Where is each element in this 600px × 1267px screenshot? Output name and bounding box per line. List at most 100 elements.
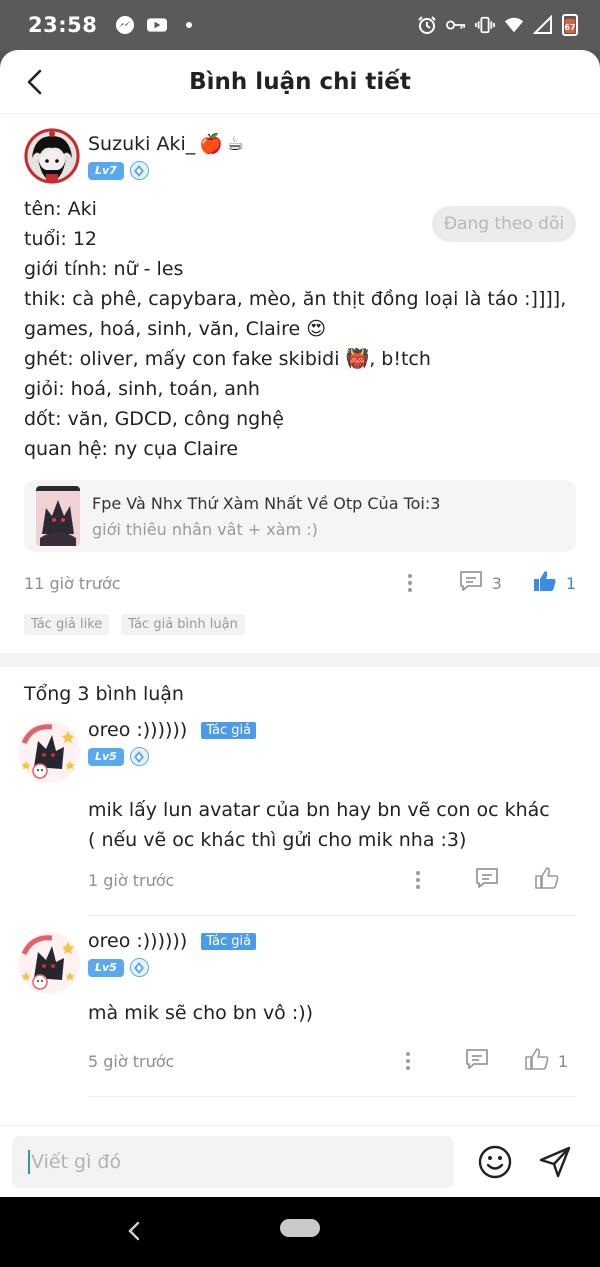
reply-avatar[interactable]	[18, 721, 80, 783]
reply-comment-icon[interactable]	[474, 866, 500, 894]
battery-icon: 67	[562, 14, 578, 36]
diamond-icon	[129, 747, 149, 766]
post-line: games, hoá, sinh, văn, Claire 😍	[24, 318, 327, 340]
post-line: giỏi: hoá, sinh, toán, anh	[24, 378, 260, 400]
story-subtitle: giới thiêu nhân vât + xàm :)	[92, 519, 318, 539]
section-divider	[0, 653, 600, 667]
more-options-icon[interactable]	[408, 868, 428, 892]
reply-head: oreo :)))))) Tác giả Lv5	[18, 719, 576, 783]
reply-avatar[interactable]	[18, 932, 80, 994]
diamond-icon	[129, 161, 149, 180]
reply-meta: 5 giờ trước 1	[88, 1036, 576, 1086]
battery-level: 67	[564, 23, 576, 32]
status-bar: 23:58 67	[0, 0, 600, 50]
coffee-emoji: ☕	[226, 132, 244, 155]
header: Bình luận chi tiết	[0, 50, 600, 114]
thumbs-up-icon[interactable]	[534, 866, 560, 894]
back-button[interactable]	[20, 66, 48, 98]
text-caret	[28, 1149, 30, 1174]
reply-author-name[interactable]: oreo :))))))	[88, 930, 187, 952]
comment-input[interactable]: Viết gì đó	[12, 1135, 454, 1188]
post-line: quan hệ: ny cụa Claire	[24, 438, 239, 460]
dot-icon	[179, 15, 199, 35]
reply-head: oreo :)))))) Tác giả Lv5	[18, 930, 576, 994]
nav-back-icon[interactable]	[124, 1219, 144, 1243]
comment-detail-sheet: Bình luận chi tiết Suzuki Aki_ 🍎 ☕ Lv7 Đ…	[0, 50, 600, 1197]
author-avatar[interactable]	[24, 128, 80, 184]
comment-icon[interactable]	[458, 569, 484, 597]
post-time: 11 giờ trước	[24, 573, 121, 593]
post-actions: 3 1	[400, 569, 576, 597]
signal-icon	[533, 15, 553, 35]
status-system-icons: 67	[417, 14, 578, 36]
send-button[interactable]	[536, 1143, 574, 1181]
post-line: thik: cà phê, capybara, mèo, ăn thịt đồn…	[24, 288, 567, 310]
author-name: Suzuki Aki_	[88, 132, 196, 155]
reply-comment-icon[interactable]	[464, 1047, 490, 1075]
post-tags: Tác giả like Tác giả bình luận	[24, 614, 576, 653]
reply-badges: Lv5	[88, 958, 256, 977]
status-notification-icons	[115, 15, 199, 35]
comment-input-placeholder: Viết gì đó	[31, 1150, 122, 1173]
reply-name-row: oreo :)))))) Tác giả	[88, 930, 257, 952]
reply-text: mik lấy lun avatar của bn hay bn vẽ con …	[88, 795, 576, 855]
level-badge: Lv5	[88, 958, 124, 977]
reply-name-row: oreo :)))))) Tác giả	[88, 719, 257, 741]
messenger-icon	[115, 15, 135, 35]
reply-like-count: 1	[557, 1051, 568, 1071]
story-title: Fpe Và Nhx Thứ Xàm Nhất Về Otp Của Toi:3	[92, 493, 441, 513]
reply-separator	[88, 1096, 576, 1097]
back-arrow-icon	[27, 69, 42, 95]
reply-line: ( nếu vẽ oc khác thì gửi cho mik nha :3)	[88, 829, 467, 851]
reply-time: 5 giờ trước	[88, 1051, 175, 1071]
linked-story-card[interactable]: Fpe Và Nhx Thứ Xàm Nhất Về Otp Của Toi:3…	[24, 480, 576, 552]
post-meta: 11 giờ trước 3 1	[24, 554, 576, 612]
emoji-button[interactable]	[476, 1143, 514, 1181]
tag-author-comment: Tác giả bình luận	[121, 614, 245, 635]
reply-line: mik lấy lun avatar của bn hay bn vẽ con …	[88, 799, 550, 821]
reply-line: mà mik sẽ cho bn vô :))	[88, 1002, 314, 1024]
author-tag-badge: Tác giả	[201, 932, 257, 950]
level-badge: Lv7	[88, 161, 124, 180]
more-options-icon[interactable]	[398, 1049, 418, 1073]
page-title: Bình luận chi tiết	[189, 68, 411, 95]
story-text: Fpe Và Nhx Thứ Xàm Nhất Về Otp Của Toi:3…	[92, 494, 440, 539]
reply-actions: 1	[398, 1047, 576, 1075]
level-badge: Lv5	[88, 747, 124, 766]
reply-actions	[408, 866, 576, 894]
author-tag-badge: Tác giả	[201, 721, 257, 739]
post-line: dốt: văn, GDCD, công nghệ	[24, 408, 284, 430]
author-name-row[interactable]: Suzuki Aki_ 🍎 ☕	[88, 132, 244, 156]
apple-emoji: 🍎	[199, 133, 223, 155]
wifi-icon	[504, 15, 524, 35]
tag-author-like: Tác giả like	[24, 614, 110, 635]
comment-count: 3	[491, 573, 502, 593]
smiley-icon	[478, 1145, 512, 1178]
like-count: 1	[565, 573, 576, 593]
following-button[interactable]: Đang theo dõi	[432, 206, 576, 242]
reply-author-info: oreo :)))))) Tác giả Lv5	[88, 930, 257, 977]
author-info: Suzuki Aki_ 🍎 ☕ Lv7	[88, 128, 244, 180]
replies-section: Tổng 3 bình luận oreo:)))))) Tác giả Lv…	[0, 667, 600, 1097]
reply-badges: Lv5	[88, 747, 256, 766]
reply-item: oreo :)))))) Tác giả Lv5 mik lấy lun ava…	[18, 705, 576, 916]
thumbs-up-icon[interactable]	[524, 1047, 550, 1075]
diamond-icon	[129, 958, 149, 977]
send-icon	[539, 1146, 571, 1177]
thumbs-up-filled-icon[interactable]	[532, 569, 558, 597]
alarm-icon	[417, 15, 437, 35]
status-time: 23:58	[28, 13, 98, 37]
reply-author-info: oreo :)))))) Tác giả Lv5	[88, 719, 257, 766]
main-comment: Suzuki Aki_ 🍎 ☕ Lv7 Đang theo dõi tên: A…	[0, 114, 600, 653]
system-nav-bar	[0, 1197, 600, 1267]
reply-author-name[interactable]: oreo :))))))	[88, 719, 187, 741]
post-line: giới tính: nữ - les	[24, 258, 184, 280]
reply-meta: 1 giờ trước	[88, 855, 576, 905]
author-badges: Lv7	[88, 161, 244, 180]
nav-home-pill[interactable]	[280, 1219, 320, 1237]
comment-input-bar: Viết gì đó	[0, 1125, 600, 1197]
reply-time: 1 giờ trước	[88, 870, 175, 890]
vibrate-icon	[475, 15, 495, 35]
more-options-icon[interactable]	[400, 571, 420, 595]
story-thumbnail	[36, 486, 80, 546]
